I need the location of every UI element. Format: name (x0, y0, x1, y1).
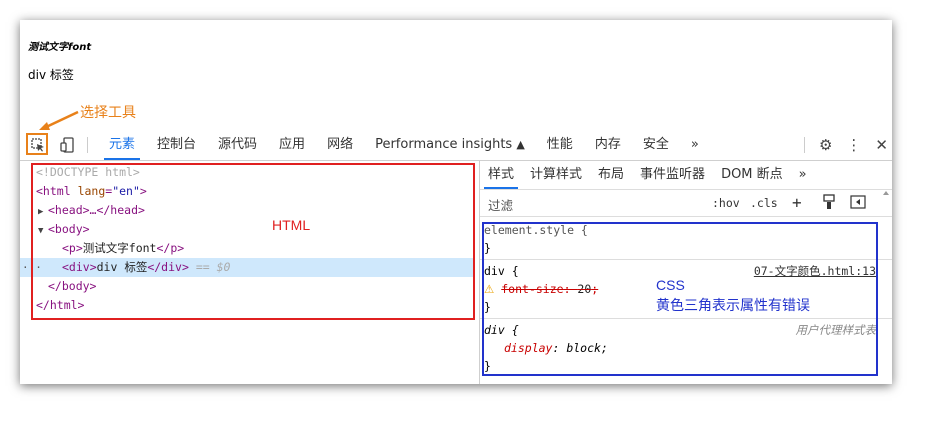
toolbar-separator-right (803, 137, 805, 153)
html-annotation-box (31, 163, 475, 320)
devtools-toolbar: 元素 控制台 源代码 应用 网络 Performance insights ▲ … (20, 130, 892, 161)
tab-network[interactable]: 网络 (316, 130, 364, 160)
styles-scrollbar[interactable] (882, 189, 890, 379)
tab-application[interactable]: 应用 (268, 130, 316, 160)
more-styles-tabs-button[interactable]: » (791, 161, 815, 189)
toolbar-right-tools: ⚙ ⋮ ✕ (803, 130, 888, 160)
plus-icon[interactable]: + (792, 193, 802, 212)
tab-console[interactable]: 控制台 (146, 130, 207, 160)
tab-performance-insights-label: Performance insights (375, 137, 513, 152)
tab-layout[interactable]: 布局 (590, 161, 632, 189)
tab-sources[interactable]: 源代码 (207, 130, 268, 160)
html-annotation-label: HTML (272, 217, 311, 233)
toolbar-separator (87, 137, 88, 153)
page-div-text: div 标签 (28, 68, 74, 82)
gear-icon[interactable]: ⚙ (819, 136, 832, 154)
kebab-menu-icon[interactable]: ⋮ (846, 136, 861, 154)
sidebar-toggle-icon[interactable] (850, 194, 866, 213)
paint-brush-icon[interactable] (822, 194, 836, 213)
inspect-icon[interactable] (29, 136, 47, 154)
page-paragraph: 测试文字font (28, 42, 92, 53)
cls-button[interactable]: .cls (750, 196, 778, 210)
tab-computed[interactable]: 计算样式 (522, 161, 590, 189)
styles-tabs: 样式 计算样式 布局 事件监听器 DOM 断点 » (480, 161, 892, 190)
tab-styles[interactable]: 样式 (480, 161, 522, 189)
styles-pane: 样式 计算样式 布局 事件监听器 DOM 断点 » 过滤 :hov .cls +… (480, 161, 892, 384)
tab-performance[interactable]: 性能 (536, 130, 584, 160)
tab-performance-insights[interactable]: Performance insights ▲ (364, 130, 536, 160)
filter-input[interactable]: 过滤 (488, 195, 513, 214)
css-annotation-title: CSS (656, 277, 685, 293)
select-tool-annotation: 选择工具 (80, 105, 136, 121)
css-annotation-note: 黄色三角表示属性有错误 (656, 297, 810, 313)
styles-filter-row: 过滤 :hov .cls + (480, 190, 892, 217)
device-toggle-icon[interactable] (58, 136, 76, 154)
devtools-tabs: 元素 控制台 源代码 应用 网络 Performance insights ▲ … (98, 130, 710, 160)
tab-elements[interactable]: 元素 (98, 130, 146, 160)
more-tabs-button[interactable]: » (680, 130, 710, 160)
hov-button[interactable]: :hov (712, 196, 740, 210)
close-icon[interactable]: ✕ (875, 136, 888, 154)
css-annotation-label: CSS 黄色三角表示属性有错误 (656, 275, 810, 315)
tab-dom-breakpoints[interactable]: DOM 断点 (713, 161, 791, 189)
tab-memory[interactable]: 内存 (584, 130, 632, 160)
tab-event-listeners[interactable]: 事件监听器 (632, 161, 713, 189)
screenshot-frame: 测试文字font div 标签 选择工具 元素 控制台 源代码 应用 网络 Pe… (20, 20, 892, 384)
flask-icon: ▲ (516, 138, 525, 151)
tab-security[interactable]: 安全 (632, 130, 680, 160)
